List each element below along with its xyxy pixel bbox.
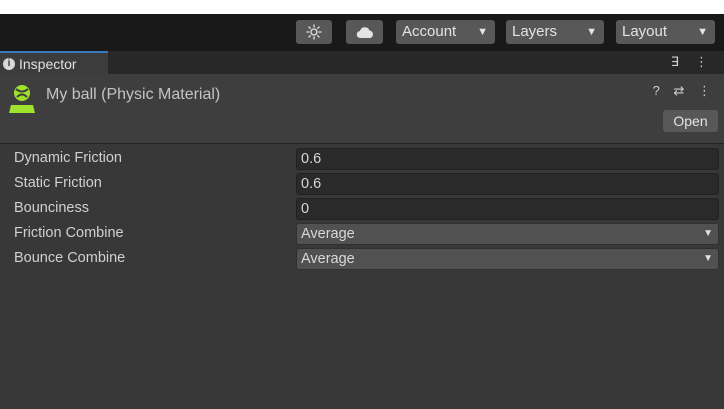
inspector-header: My ball (Physic Material) ? ⇄ ⋮ Open [0,74,724,144]
dropdown-value: Average [301,226,355,242]
presets-icon[interactable]: ⇄ [673,83,689,98]
tab-inspector[interactable]: i Inspector [0,51,108,74]
layers-dropdown[interactable]: Layers ▼ [506,20,604,44]
tab-controls: ꓱ ⋮ [671,54,714,70]
tab-label: Inspector [19,55,77,72]
property-label: Bounciness [14,200,89,216]
open-button[interactable]: Open [663,110,718,132]
property-row-static-friction: Static Friction 0.6 [0,173,724,195]
chevron-down-icon: ▼ [586,26,597,38]
dropdown-value: Average [301,251,355,267]
layout-label: Layout [622,23,668,40]
property-row-dynamic-friction: Dynamic Friction 0.6 [0,148,724,170]
header-controls: ? ⇄ ⋮ [653,83,716,99]
property-label: Dynamic Friction [14,150,122,166]
friction-combine-dropdown[interactable]: Average ▼ [296,223,719,245]
bounce-combine-dropdown[interactable]: Average ▼ [296,248,719,270]
account-dropdown[interactable]: Account ▼ [396,20,495,44]
lock-icon[interactable]: ꓱ [671,54,685,69]
physic-material-icon [9,85,35,113]
account-label: Account [402,23,457,40]
chevron-down-icon: ▼ [477,26,488,38]
window-top-strip [0,0,724,14]
top-toolbar: Account ▼ Layers ▼ Layout ▼ [0,14,724,51]
more-menu-icon[interactable]: ⋮ [698,83,716,98]
cloud-icon [356,26,373,38]
chevron-down-icon: ▼ [697,26,708,38]
chevron-down-icon: ▼ [703,253,713,264]
layers-label: Layers [512,23,558,40]
dynamic-friction-field[interactable]: 0.6 [296,148,719,170]
info-icon: i [3,57,15,70]
property-label: Friction Combine [14,225,124,241]
static-friction-field[interactable]: 0.6 [296,173,719,195]
layout-dropdown[interactable]: Layout ▼ [616,20,715,44]
page-title: My ball (Physic Material) [46,86,221,103]
sun-icon [306,24,322,40]
property-row-bounce-combine: Bounce Combine Average ▼ [0,248,724,270]
bounciness-field[interactable]: 0 [296,198,719,220]
package-manager-button[interactable] [296,20,332,44]
property-label: Static Friction [14,175,102,191]
tab-bar: i Inspector ꓱ ⋮ [0,51,724,74]
property-row-bounciness: Bounciness 0 [0,198,724,220]
chevron-down-icon: ▼ [703,228,713,239]
cloud-button[interactable] [346,20,383,44]
property-row-friction-combine: Friction Combine Average ▼ [0,223,724,245]
property-label: Bounce Combine [14,250,126,266]
help-icon[interactable]: ? [653,83,665,98]
more-menu-icon[interactable]: ⋮ [695,54,714,69]
